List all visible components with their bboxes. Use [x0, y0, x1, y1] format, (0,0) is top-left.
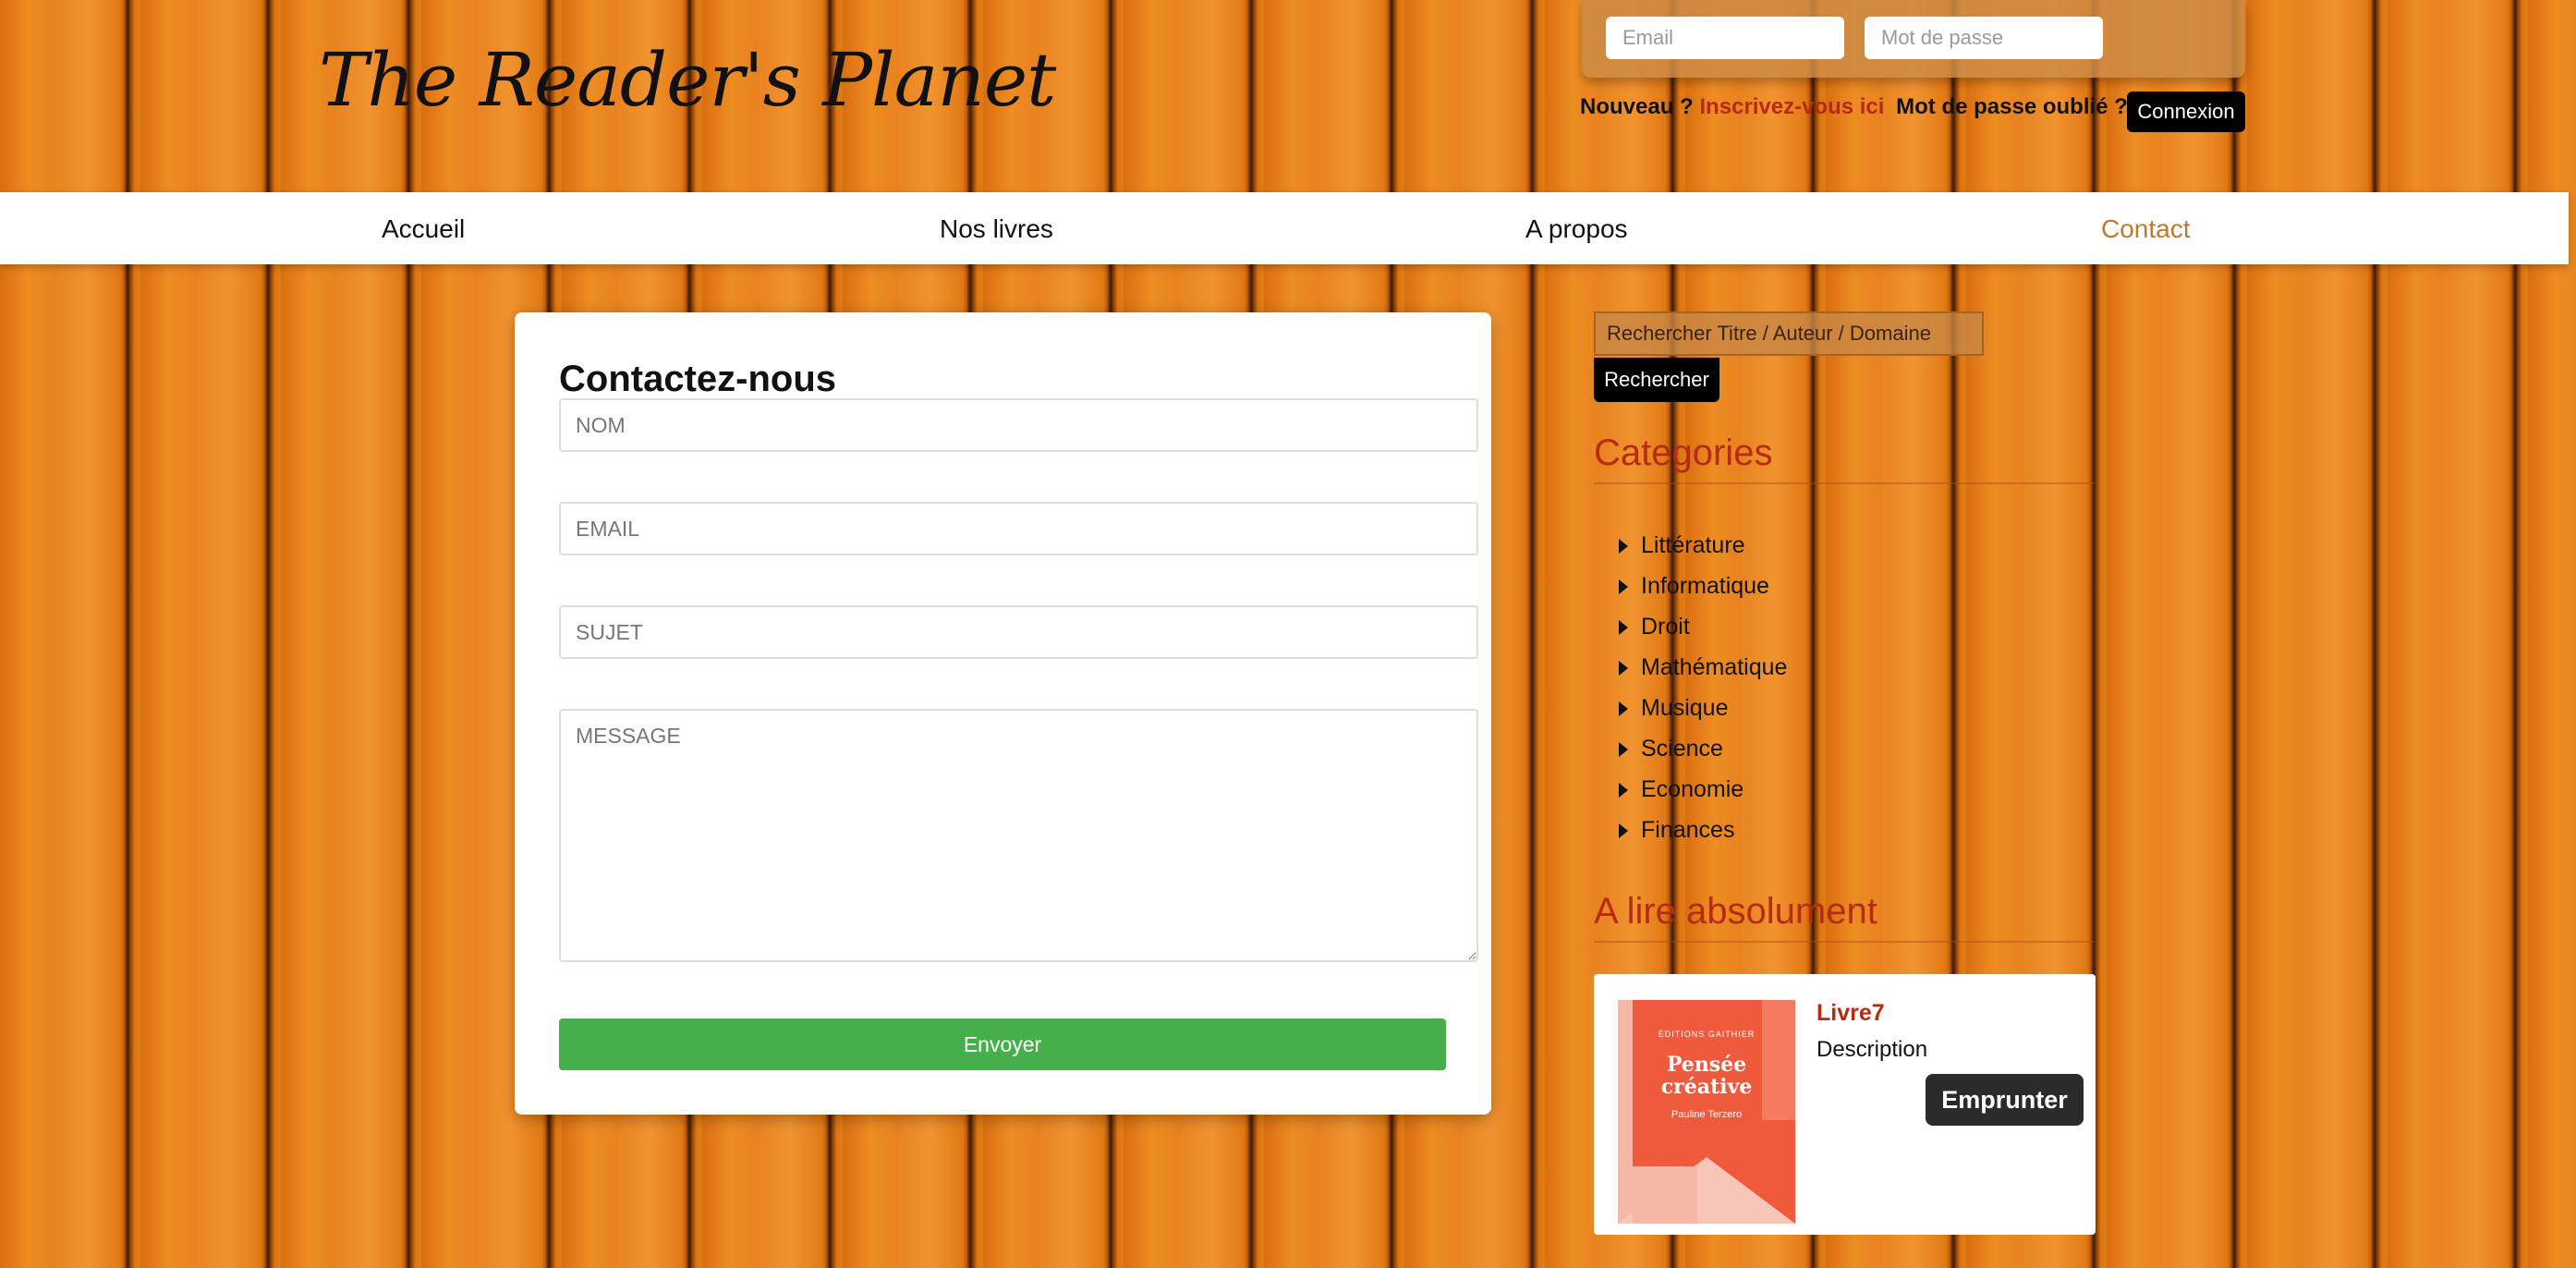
signup-link[interactable]: Inscrivez-vous ici — [1699, 94, 1884, 119]
send-button[interactable]: Envoyer — [559, 1018, 1446, 1070]
category-item-litterature[interactable]: Littérature — [1619, 528, 1787, 568]
caret-right-icon — [1619, 701, 1628, 717]
featured-title: A lire absolument — [1594, 891, 1877, 932]
nav-item-contact[interactable]: Contact — [2101, 214, 2191, 244]
email-input[interactable] — [559, 502, 1478, 555]
category-item-science[interactable]: Science — [1619, 731, 1787, 772]
contact-title: Contactez-nous — [559, 359, 836, 399]
subject-input[interactable] — [559, 605, 1478, 659]
book-cover-image[interactable]: ÉDITIONS GAITHIER Pensée créative Paulin… — [1618, 1000, 1795, 1224]
book-title-link[interactable]: Livre7 — [1817, 1000, 1885, 1027]
contact-card: Contactez-nous Envoyer — [515, 312, 1491, 1115]
category-item-economie[interactable]: Economie — [1619, 772, 1787, 812]
nav-item-accueil[interactable]: Accueil — [382, 214, 465, 244]
login-button[interactable]: Connexion — [2127, 91, 2245, 132]
new-user-label: Nouveau ? — [1580, 94, 1694, 119]
category-item-mathematique[interactable]: Mathématique — [1619, 650, 1787, 690]
forgot-password-link[interactable]: Mot de passe oublié ? — [1896, 94, 2128, 120]
category-list: Littérature Informatique Droit Mathémati… — [1619, 528, 1787, 853]
cover-author: Pauline Terzero — [1671, 1109, 1743, 1120]
category-item-droit[interactable]: Droit — [1619, 609, 1787, 650]
caret-right-icon — [1619, 661, 1628, 677]
category-item-finances[interactable]: Finances — [1619, 812, 1787, 853]
caret-right-icon — [1619, 823, 1628, 839]
categories-divider — [1594, 482, 2095, 484]
name-input[interactable] — [559, 398, 1478, 452]
category-item-musique[interactable]: Musique — [1619, 690, 1787, 731]
site-logo[interactable]: The Reader's Planet — [319, 37, 1056, 123]
nav-item-a-propos[interactable]: A propos — [1525, 214, 1628, 244]
caret-right-icon — [1619, 579, 1628, 595]
nav-item-nos-livres[interactable]: Nos livres — [940, 214, 1053, 244]
message-textarea[interactable] — [559, 709, 1478, 962]
login-links: Nouveau ? Inscrivez-vous ici Mot de pass… — [1580, 94, 2128, 120]
featured-divider — [1594, 941, 2095, 943]
caret-right-icon — [1619, 742, 1628, 758]
caret-right-icon — [1619, 783, 1628, 799]
main-nav: Accueil Nos livres A propos Contact — [0, 192, 2569, 264]
caret-right-icon — [1619, 539, 1628, 555]
login-email-input[interactable] — [1606, 17, 1844, 59]
category-item-informatique[interactable]: Informatique — [1619, 568, 1787, 609]
search-button[interactable]: Rechercher — [1594, 358, 1719, 402]
categories-title: Categories — [1594, 433, 1773, 473]
book-description: Description — [1817, 1037, 1928, 1062]
featured-book-card: ÉDITIONS GAITHIER Pensée créative Paulin… — [1594, 974, 2096, 1235]
cover-title: Pensée créative — [1660, 1053, 1753, 1099]
caret-right-icon — [1619, 620, 1628, 636]
borrow-button[interactable]: Emprunter — [1926, 1074, 2084, 1126]
login-panel — [1582, 0, 2245, 78]
cover-publisher: ÉDITIONS GAITHIER — [1658, 1030, 1756, 1039]
login-password-input[interactable] — [1865, 17, 2103, 59]
search-input[interactable] — [1594, 311, 1984, 356]
